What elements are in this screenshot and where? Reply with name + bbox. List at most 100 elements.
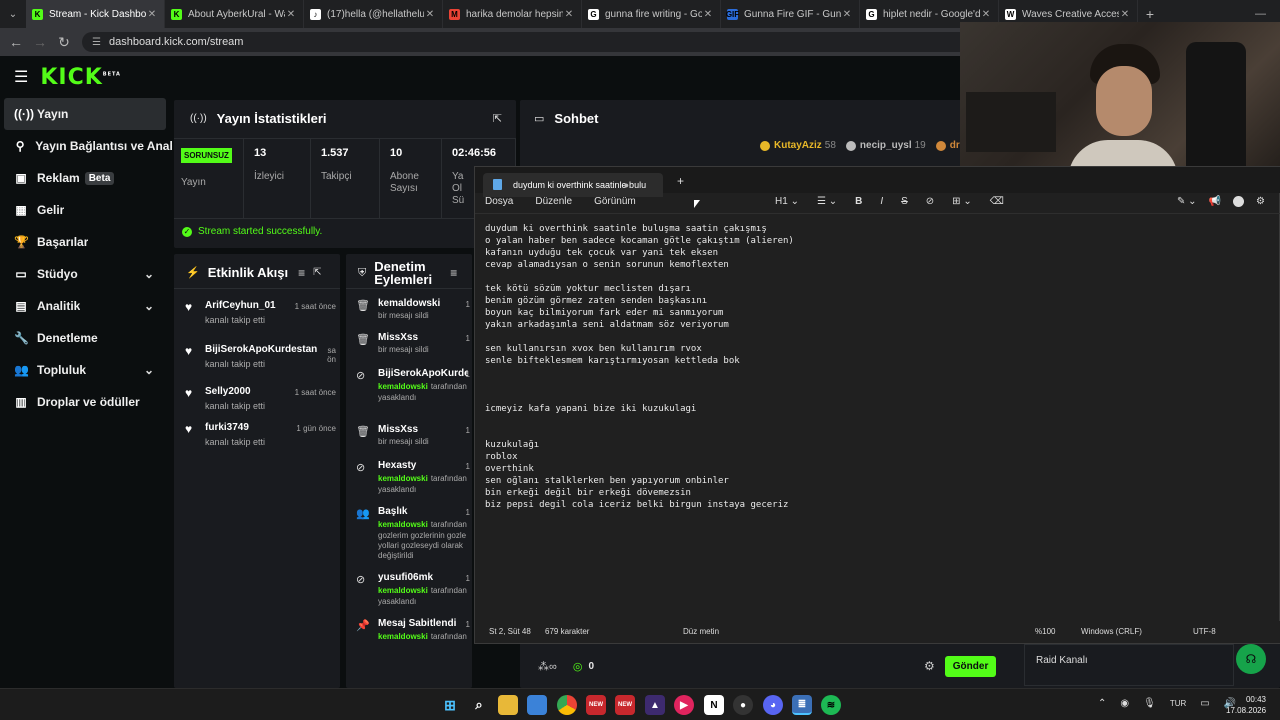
heading-select[interactable]: H1 ⌄ xyxy=(775,196,799,207)
sidebar-item[interactable]: 🔧 Denetleme xyxy=(0,322,172,354)
start-button[interactable]: ⊞ xyxy=(440,695,460,715)
moderation-target[interactable]: MissXss xyxy=(378,332,468,343)
taskbar-search-icon[interactable]: ⌕ xyxy=(469,695,489,715)
link-icon[interactable]: ⊘ xyxy=(926,196,934,207)
strikethrough-icon[interactable]: S xyxy=(901,196,908,207)
moderation-target[interactable]: Hexasty xyxy=(378,460,468,471)
taskbar-chrome-icon[interactable] xyxy=(557,695,577,715)
activity-user[interactable]: BijiSerokApoKurdestan21 xyxy=(205,344,317,355)
moderation-target[interactable]: Başlık xyxy=(378,506,468,517)
sidebar-item[interactable]: ▣ Reklam Beta xyxy=(0,162,172,194)
tab-close-icon[interactable]: ✕ xyxy=(841,9,853,20)
taskbar-media-icon[interactable]: ▶ xyxy=(674,695,694,715)
notepad-new-tab-button[interactable]: + xyxy=(677,174,684,188)
tab-close-icon[interactable]: ✕ xyxy=(1119,9,1131,20)
support-chat-button[interactable]: ☊ xyxy=(1236,644,1266,674)
browser-tab[interactable]: GIF Gunna Fire GIF - Gunna F✕ xyxy=(721,0,860,28)
moderator-name[interactable]: kemaldowski xyxy=(378,474,428,483)
bold-icon[interactable]: B xyxy=(855,196,862,207)
chevron-down-icon[interactable]: ⌄ xyxy=(144,299,154,313)
moderation-filter-icon[interactable]: ≡ xyxy=(450,266,457,280)
sidebar-item[interactable]: 🏆 Başarılar xyxy=(0,226,172,258)
browser-tab[interactable]: Mharika demolar hepsini d✕ xyxy=(443,0,582,28)
menu-icon[interactable]: ☰ xyxy=(14,67,28,87)
chevron-down-icon[interactable]: ⌄ xyxy=(144,363,154,377)
table-icon[interactable]: ⊞ ⌄ xyxy=(952,196,972,207)
taskbar-explorer-icon[interactable] xyxy=(498,695,518,715)
sidebar-item[interactable]: ▦ Gelir xyxy=(0,194,172,226)
sidebar-item[interactable]: ▥ Droplar ve ödüller xyxy=(0,386,172,418)
taskbar-app-red2-icon[interactable]: NEW xyxy=(615,695,635,715)
taskbar-app-red-icon[interactable]: NEW xyxy=(586,695,606,715)
site-info-icon[interactable]: ☰ xyxy=(92,37,101,48)
tab-close-icon[interactable]: ✕ xyxy=(424,9,436,20)
tray-network-icon[interactable]: ▭ xyxy=(1200,698,1209,709)
clear-format-icon[interactable]: ⌫ xyxy=(990,196,1004,207)
italic-icon[interactable]: I xyxy=(880,196,883,207)
moderator-name[interactable]: kemaldowski xyxy=(378,586,428,595)
chat-settings-icon[interactable]: ⚙ xyxy=(924,659,935,673)
taskbar-github-icon[interactable]: ● xyxy=(733,695,753,715)
browser-tab[interactable]: K About AyberkUral - Watc✕ xyxy=(165,0,304,28)
chat-leader[interactable]: necip_uysl 19 xyxy=(845,140,926,151)
notepad-menu-item[interactable]: Düzenle xyxy=(535,196,572,207)
announce-icon[interactable]: 📢 xyxy=(1209,196,1221,207)
taskbar-spotify-icon[interactable]: ≋ xyxy=(821,695,841,715)
new-tab-button[interactable]: + xyxy=(1138,6,1162,22)
tab-close-icon[interactable]: ✕ xyxy=(146,9,158,20)
chat-leader[interactable]: KutayAziz 58 xyxy=(760,140,836,151)
unsaved-dot-icon[interactable]: ● xyxy=(624,180,629,190)
tray-chevron-icon[interactable]: ⌃ xyxy=(1098,698,1106,709)
browser-tab[interactable]: K Stream - Kick Dashboard✕ xyxy=(26,0,165,28)
tray-date[interactable]: 17.08.2026 xyxy=(1226,705,1266,716)
taskbar-app-purple-icon[interactable]: ▲ xyxy=(645,695,665,715)
reload-button[interactable]: ↻ xyxy=(52,34,76,51)
kick-logo[interactable]: KICKBETA xyxy=(40,65,121,90)
tab-list-button[interactable]: ⌄ xyxy=(0,9,26,20)
tray-lang[interactable]: TUR xyxy=(1170,699,1186,708)
browser-tab[interactable]: ♪ (17)hella (@hellatheluv) |✕ xyxy=(304,0,443,28)
taskbar-notepad-icon[interactable]: ≣ xyxy=(792,695,812,715)
url-input[interactable]: ☰ dashboard.kick.com/stream xyxy=(82,32,982,52)
notepad-menu-item[interactable]: Dosya xyxy=(485,196,513,207)
moderator-name[interactable]: kemaldowski xyxy=(378,632,428,641)
send-button[interactable]: Gönder xyxy=(944,655,997,677)
moderator-name[interactable]: kemaldowski xyxy=(378,382,428,391)
sidebar-item[interactable]: ((·)) Yayın xyxy=(4,98,166,130)
stats-popout-icon[interactable]: ⇱ xyxy=(493,112,502,125)
back-button[interactable]: ← xyxy=(4,34,28,50)
browser-tab[interactable]: Ggunna fire writing - Goog✕ xyxy=(582,0,721,28)
tray-mic-icon[interactable]: 🎙 xyxy=(1143,698,1156,709)
moderation-target[interactable]: Mesaj Sabitlendi xyxy=(378,618,468,629)
notepad-menu-item[interactable]: Görünüm xyxy=(594,196,636,207)
account-icon[interactable] xyxy=(1233,196,1244,207)
moderation-target[interactable]: MissXss xyxy=(378,424,468,435)
tab-close-icon[interactable]: ✕ xyxy=(702,9,714,20)
notepad-settings-icon[interactable]: ⚙ xyxy=(1256,196,1265,207)
chat-emote-icon[interactable]: ⁂∞ xyxy=(538,660,557,673)
sidebar-item[interactable]: ▤ Analitik ⌄ xyxy=(0,290,172,322)
tray-time[interactable]: 00:43 xyxy=(1226,694,1266,705)
sidebar-item[interactable]: ⚲ Yayın Bağlantısı ve Anahtar xyxy=(0,130,172,162)
tab-close-icon[interactable]: ✕ xyxy=(285,9,297,20)
moderation-target[interactable]: yusufi06mk xyxy=(378,572,468,583)
sidebar-item[interactable]: 👥 Topluluk ⌄ xyxy=(0,354,172,386)
taskbar-app-icon[interactable] xyxy=(527,695,547,715)
copilot-icon[interactable]: ✎ ⌄ xyxy=(1177,196,1197,207)
moderation-target[interactable]: kemaldowski xyxy=(378,298,468,309)
notepad-editor[interactable]: duydum ki overthink saatinle buluşma saa… xyxy=(485,223,1265,511)
moderator-name[interactable]: kemaldowski xyxy=(378,520,428,529)
list-icon[interactable]: ☰ ⌄ xyxy=(817,196,837,207)
raid-label[interactable]: Raid Kanalı xyxy=(1036,655,1088,666)
tray-gamepad-icon[interactable]: ◉ xyxy=(1120,698,1129,709)
minimize-button[interactable]: — xyxy=(1255,8,1266,20)
moderation-target[interactable]: BijiSerokApoKurdestan xyxy=(378,368,468,379)
tab-close-icon[interactable]: ✕ xyxy=(563,9,575,20)
activity-popout-icon[interactable]: ⇱ xyxy=(313,267,321,278)
tab-close-icon[interactable]: ✕ xyxy=(980,9,992,20)
chat-leader[interactable]: dr xyxy=(935,140,963,151)
notepad-tab[interactable]: duydum ki overthink saatinle bulu ● xyxy=(483,173,663,197)
forward-button[interactable]: → xyxy=(28,34,52,50)
sidebar-item[interactable]: ▭ Stüdyo ⌄ xyxy=(0,258,172,290)
activity-filter-icon[interactable]: ≡ xyxy=(298,266,305,280)
